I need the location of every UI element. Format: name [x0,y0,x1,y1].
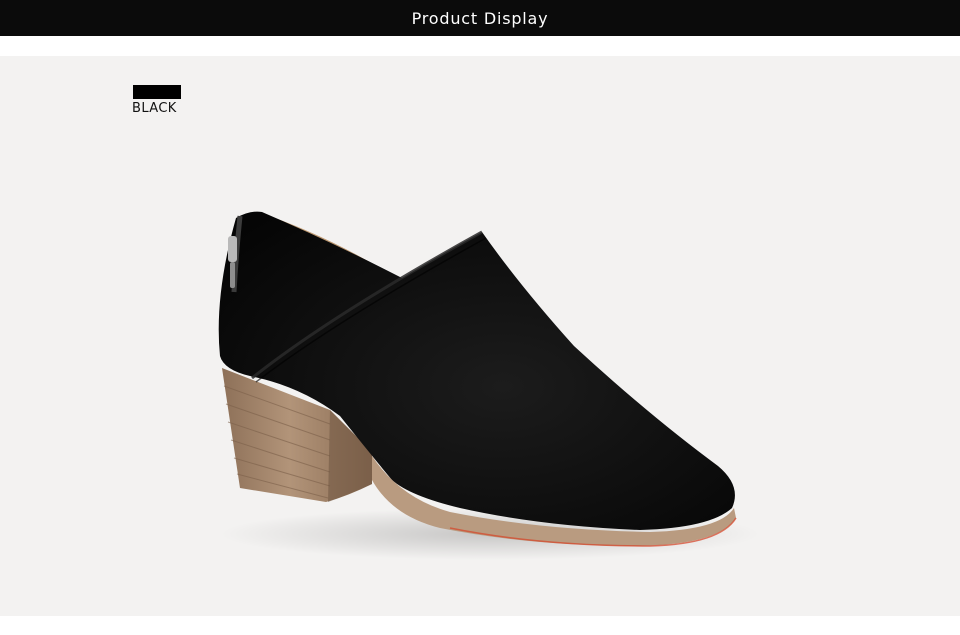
header-title: Product Display [411,8,549,28]
black-suede-ankle-bootie-icon [218,211,760,560]
product-display-panel: BLACK [0,56,960,616]
product-display-header: Product Display [0,0,960,36]
